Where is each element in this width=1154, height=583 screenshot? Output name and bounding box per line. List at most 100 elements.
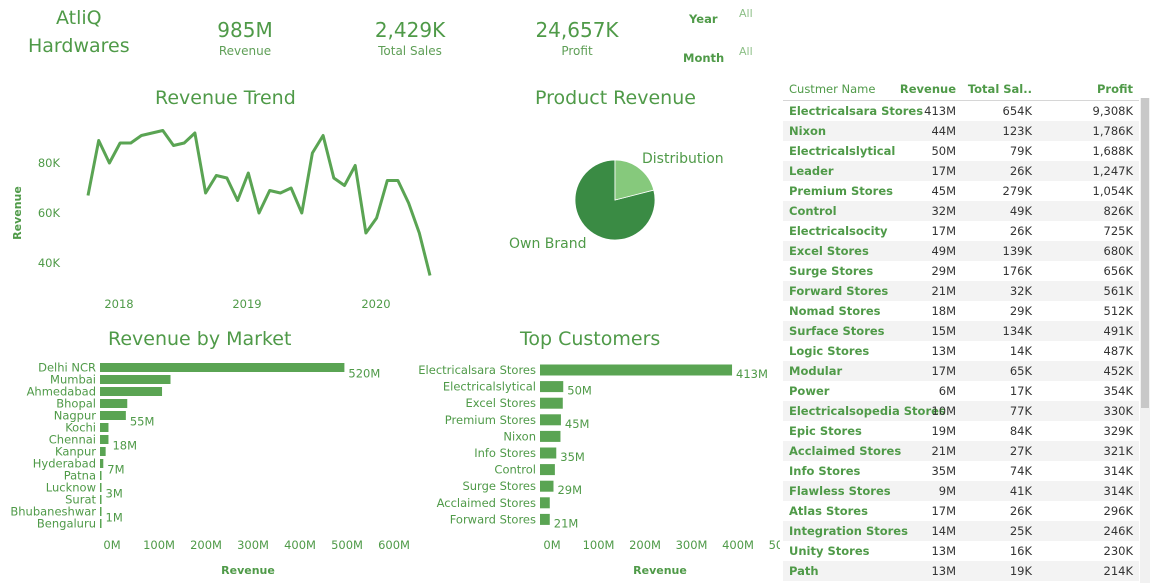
table-row[interactable]: Logic Stores 13M 14K 487K: [783, 341, 1139, 361]
trend-point[interactable]: [329, 173, 339, 183]
market-bar[interactable]: [100, 411, 126, 420]
market-bar[interactable]: [100, 495, 102, 504]
table-row[interactable]: Electricalsara Stores 413M 654K 9,308K: [783, 101, 1139, 121]
table-row[interactable]: Flawless Stores 9M 41K 314K: [783, 481, 1139, 501]
table-row[interactable]: Info Stores 35M 74K 314K: [783, 461, 1139, 481]
header-customer-name[interactable]: Custmer Name: [789, 82, 875, 96]
trend-point[interactable]: [104, 158, 114, 168]
table-row[interactable]: Premium Stores 45M 279K 1,054K: [783, 181, 1139, 201]
customer-xtick: 100M: [583, 538, 615, 552]
customer-bar[interactable]: [540, 464, 555, 476]
customer-bar[interactable]: [540, 447, 557, 459]
table-row[interactable]: Electricalsocity 17M 26K 725K: [783, 221, 1139, 241]
trend-point[interactable]: [136, 131, 146, 141]
trend-point[interactable]: [382, 176, 392, 186]
cell-customer-name: Unity Stores: [789, 544, 870, 558]
table-row[interactable]: Epic Stores 19M 84K 329K: [783, 421, 1139, 441]
table-row[interactable]: Nixon 44M 123K 1,786K: [783, 121, 1139, 141]
trend-point[interactable]: [372, 213, 382, 223]
customer-bar[interactable]: [540, 381, 564, 393]
trend-point[interactable]: [318, 131, 328, 141]
market-bar[interactable]: [100, 375, 171, 384]
cell-profit: 314K: [1103, 484, 1134, 498]
market-data-label: 55M: [130, 415, 155, 429]
kpi-revenue: 985M Revenue: [175, 17, 315, 59]
market-bar[interactable]: [100, 507, 102, 516]
trend-point[interactable]: [158, 126, 168, 136]
table-row[interactable]: Modular 17M 65K 452K: [783, 361, 1139, 381]
month-filter-value[interactable]: All: [739, 45, 753, 58]
market-bar[interactable]: [100, 363, 345, 372]
trend-point[interactable]: [126, 138, 136, 148]
market-bar[interactable]: [100, 483, 102, 492]
table-row[interactable]: Nomad Stores 18M 29K 512K: [783, 301, 1139, 321]
trend-point[interactable]: [286, 183, 296, 193]
market-data-label: 520M: [348, 367, 380, 381]
trend-point[interactable]: [350, 161, 360, 171]
trend-point[interactable]: [254, 208, 264, 218]
market-bar[interactable]: [100, 471, 102, 480]
table-row[interactable]: Surface Stores 15M 134K 491K: [783, 321, 1139, 341]
trend-point[interactable]: [211, 171, 221, 181]
customer-bar[interactable]: [540, 430, 561, 442]
cell-customer-name: Leader: [789, 164, 834, 178]
trend-point[interactable]: [115, 138, 125, 148]
table-row[interactable]: Leader 17M 26K 1,247K: [783, 161, 1139, 181]
cell-revenue: 17M: [931, 164, 956, 178]
table-row[interactable]: Path 13M 19K 214K: [783, 561, 1139, 581]
table-row[interactable]: Atlas Stores 17M 26K 296K: [783, 501, 1139, 521]
trend-point[interactable]: [179, 138, 189, 148]
customer-data-label: 45M: [565, 417, 590, 431]
customer-xtick: 300M: [676, 538, 708, 552]
trend-point[interactable]: [297, 208, 307, 218]
table-row[interactable]: Electricalsopedia Stores 10M 77K 330K: [783, 401, 1139, 421]
trend-point[interactable]: [307, 148, 317, 158]
customer-bar[interactable]: [540, 397, 563, 409]
customer-bar[interactable]: [540, 414, 561, 426]
table-row[interactable]: Integration Stores 14M 25K 246K: [783, 521, 1139, 541]
market-bar[interactable]: [100, 399, 128, 408]
trend-point[interactable]: [404, 198, 414, 208]
market-bar[interactable]: [100, 459, 104, 468]
trend-point[interactable]: [190, 128, 200, 138]
trend-point[interactable]: [275, 188, 285, 198]
trend-point[interactable]: [169, 141, 179, 151]
table-row[interactable]: Excel Stores 49M 139K 680K: [783, 241, 1139, 261]
customer-bar[interactable]: [540, 480, 554, 492]
trend-point[interactable]: [340, 181, 350, 191]
trend-point[interactable]: [425, 271, 435, 281]
customer-bar[interactable]: [540, 497, 550, 509]
trend-point[interactable]: [265, 186, 275, 196]
header-total-sales[interactable]: Total Sal..: [968, 82, 1032, 96]
trend-point[interactable]: [94, 136, 104, 146]
trend-point[interactable]: [414, 228, 424, 238]
table-row[interactable]: Acclaimed Stores 21M 27K 321K: [783, 441, 1139, 461]
trend-point[interactable]: [201, 188, 211, 198]
table-row[interactable]: Unity Stores 13M 16K 230K: [783, 541, 1139, 561]
header-revenue[interactable]: Revenue: [900, 82, 956, 96]
customer-bar[interactable]: [540, 513, 550, 525]
market-bar[interactable]: [100, 423, 109, 432]
cell-customer-name: Power: [789, 384, 830, 398]
trend-point[interactable]: [243, 168, 253, 178]
market-bar[interactable]: [100, 519, 102, 528]
customer-bar[interactable]: [540, 364, 733, 376]
table-scrollbar-thumb[interactable]: [1141, 98, 1149, 408]
table-row[interactable]: Surge Stores 29M 176K 656K: [783, 261, 1139, 281]
table-row[interactable]: Forward Stores 21M 32K 561K: [783, 281, 1139, 301]
market-bar[interactable]: [100, 447, 106, 456]
table-row[interactable]: Electricalslytical 50M 79K 1,688K: [783, 141, 1139, 161]
trend-point[interactable]: [222, 173, 232, 183]
trend-point[interactable]: [393, 176, 403, 186]
market-bar[interactable]: [100, 387, 163, 396]
trend-point[interactable]: [361, 228, 371, 238]
cell-total-sales: 49K: [1009, 204, 1032, 218]
header-profit[interactable]: Profit: [1097, 82, 1133, 96]
year-filter-value[interactable]: All: [739, 7, 753, 20]
table-row[interactable]: Power 6M 17K 354K: [783, 381, 1139, 401]
trend-point[interactable]: [83, 191, 93, 201]
market-bar[interactable]: [100, 435, 109, 444]
table-row[interactable]: Control 32M 49K 826K: [783, 201, 1139, 221]
trend-point[interactable]: [233, 196, 243, 206]
trend-point[interactable]: [147, 128, 157, 138]
